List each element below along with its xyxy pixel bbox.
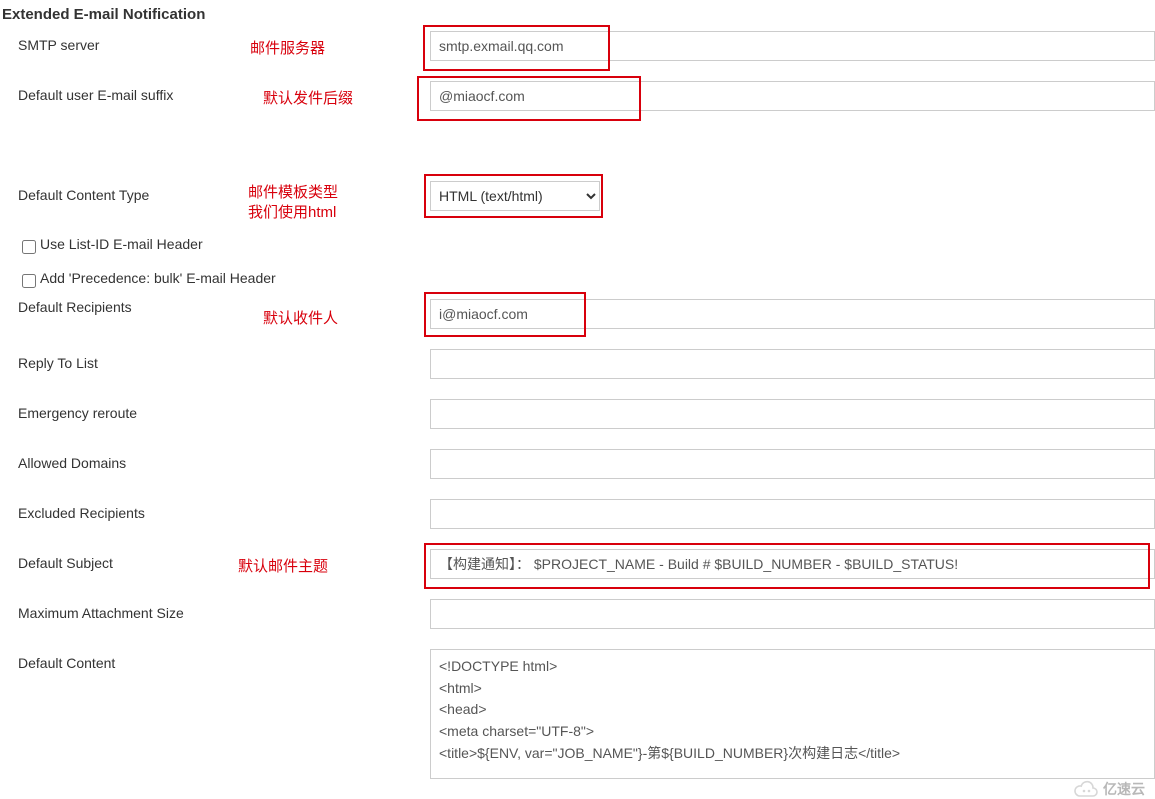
allowed-domains-input[interactable]: [430, 449, 1155, 479]
row-allowed-domains: Allowed Domains: [0, 449, 1155, 499]
label-default-content: Default Content: [18, 655, 115, 671]
max-attachment-input[interactable]: [430, 599, 1155, 629]
row-smtp-server: SMTP server 邮件服务器: [0, 31, 1155, 81]
use-list-id-checkbox[interactable]: [22, 240, 36, 254]
annot-content-type-l1: 邮件模板类型: [248, 184, 338, 201]
reply-to-input[interactable]: [430, 349, 1155, 379]
label-allowed-domains: Allowed Domains: [18, 455, 126, 471]
watermark: 亿速云: [1073, 779, 1145, 799]
row-default-recipients: Default Recipients 默认收件人: [0, 299, 1155, 349]
label-smtp-server: SMTP server: [18, 37, 99, 53]
label-max-attachment: Maximum Attachment Size: [18, 605, 184, 621]
default-content-textarea[interactable]: <!DOCTYPE html> <html> <head> <meta char…: [430, 649, 1155, 779]
annot-suffix: 默认发件后缀: [263, 87, 353, 108]
default-recipients-input[interactable]: [430, 299, 1155, 329]
section-title: Extended E-mail Notification: [2, 6, 1155, 23]
label-use-list-id: Use List-ID E-mail Header: [40, 236, 203, 252]
row-precedence-bulk: Add 'Precedence: bulk' E-mail Header: [0, 265, 1155, 299]
label-default-recipients: Default Recipients: [18, 299, 132, 315]
label-excluded-recipients: Excluded Recipients: [18, 505, 145, 521]
row-content-type: Default Content Type 邮件模板类型 我们使用html HTM…: [0, 181, 1155, 231]
row-reply-to: Reply To List: [0, 349, 1155, 399]
default-subject-input[interactable]: [430, 549, 1155, 579]
annot-content-type-l2: 我们使用html: [248, 204, 336, 221]
email-notification-form: SMTP server 邮件服务器 Default user E-mail su…: [0, 31, 1155, 799]
excluded-recipients-input[interactable]: [430, 499, 1155, 529]
row-excluded-recipients: Excluded Recipients: [0, 499, 1155, 549]
cloud-icon: [1073, 780, 1099, 798]
content-type-select[interactable]: HTML (text/html): [430, 181, 600, 211]
label-precedence-bulk: Add 'Precedence: bulk' E-mail Header: [40, 270, 276, 286]
row-email-suffix: Default user E-mail suffix 默认发件后缀: [0, 81, 1155, 131]
emergency-reroute-input[interactable]: [430, 399, 1155, 429]
row-default-content: Default Content <!DOCTYPE html> <html> <…: [0, 649, 1155, 799]
annot-content-type: 邮件模板类型 我们使用html: [248, 183, 338, 224]
precedence-bulk-checkbox[interactable]: [22, 274, 36, 288]
annot-smtp: 邮件服务器: [250, 37, 325, 58]
row-emergency-reroute: Emergency reroute: [0, 399, 1155, 449]
annot-subject: 默认邮件主题: [238, 555, 328, 576]
label-default-subject: Default Subject: [18, 555, 113, 571]
label-emergency-reroute: Emergency reroute: [18, 405, 137, 421]
row-max-attachment: Maximum Attachment Size: [0, 599, 1155, 649]
label-content-type: Default Content Type: [18, 187, 149, 203]
watermark-text: 亿速云: [1103, 779, 1145, 799]
annot-recipients: 默认收件人: [263, 307, 338, 328]
label-email-suffix: Default user E-mail suffix: [18, 87, 173, 103]
smtp-server-input[interactable]: [430, 31, 1155, 61]
row-default-subject: Default Subject 默认邮件主题: [0, 549, 1155, 599]
label-reply-to: Reply To List: [18, 355, 98, 371]
row-use-list-id: Use List-ID E-mail Header: [0, 231, 1155, 265]
email-suffix-input[interactable]: [430, 81, 1155, 111]
